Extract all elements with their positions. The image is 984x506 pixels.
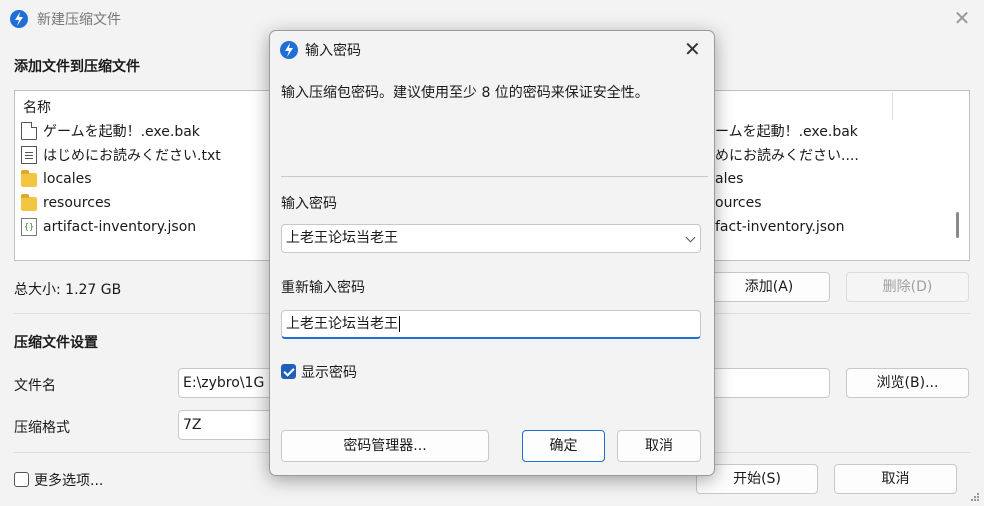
window-close-icon[interactable]: ✕ [953, 7, 971, 29]
format-label: 压缩格式 [14, 420, 70, 436]
file-row[interactable]: resources [21, 192, 111, 214]
filename-label: 文件名 [14, 378, 56, 394]
chevron-down-icon[interactable] [685, 232, 696, 243]
file-row-right[interactable]: ources [715, 192, 762, 214]
file-name-right: ームを起動！.exe.bak [715, 124, 858, 140]
show-password-checkbox[interactable] [281, 364, 296, 379]
dialog-title: 输入密码 [305, 43, 361, 59]
password-label: 输入密码 [281, 196, 337, 212]
file-row-right[interactable]: ームを起動！.exe.bak [715, 120, 858, 142]
window-title: 新建压缩文件 [37, 12, 121, 28]
text-caret [399, 316, 400, 332]
column-divider [892, 92, 893, 120]
add-button[interactable]: 添加(A) [708, 272, 830, 302]
dialog-close-icon[interactable]: ✕ [684, 38, 701, 60]
file-name: artifact-inventory.json [43, 219, 197, 235]
file-name: はじめにお読みください.txt [43, 148, 221, 164]
folder-icon [21, 194, 37, 211]
password-combobox[interactable]: 上老王论坛当老王 [281, 224, 701, 253]
password-value: 上老王论坛当老王 [286, 230, 398, 246]
text-file-icon [21, 146, 37, 164]
add-files-heading: 添加文件到压缩文件 [14, 59, 140, 75]
show-password-label[interactable]: 显示密码 [301, 362, 357, 382]
resize-grip-icon[interactable] [968, 490, 980, 502]
dialog-divider [281, 176, 708, 177]
password-dialog: 输入密码 ✕ 输入压缩包密码。建议使用至少 8 位的密码来保证安全性。 输入密码… [269, 30, 715, 476]
file-row-right[interactable]: めにお読みください.... [715, 144, 859, 166]
file-row[interactable]: locales [21, 168, 92, 190]
file-name: resources [43, 195, 111, 211]
reenter-password-label: 重新输入密码 [281, 280, 365, 296]
dialog-description: 输入压缩包密码。建议使用至少 8 位的密码来保证安全性。 [281, 85, 649, 101]
column-header-name[interactable]: 名称 [23, 97, 51, 117]
ok-button[interactable]: 确定 [522, 430, 605, 462]
file-icon [21, 122, 37, 140]
file-name: ゲームを起動！.exe.bak [43, 124, 200, 140]
reenter-password-value: 上老王论坛当老王 [286, 316, 398, 332]
browse-button[interactable]: 浏览(B)... [846, 368, 969, 398]
app-logo-icon [10, 10, 28, 28]
app-logo-icon [280, 41, 298, 59]
file-row-right[interactable]: ales [715, 168, 743, 190]
total-size: 总大小: 1.27 GB [14, 282, 122, 298]
archive-settings-heading: 压缩文件设置 [14, 335, 98, 351]
file-name: locales [43, 171, 92, 187]
file-row-right[interactable]: fact-inventory.json [715, 216, 844, 238]
file-name-right: ales [715, 171, 744, 187]
remove-button[interactable]: 删除(D) [846, 272, 969, 302]
file-row[interactable]: ゲームを起動！.exe.bak [21, 120, 200, 142]
more-options-label[interactable]: 更多选项... [34, 470, 103, 490]
file-row[interactable]: {} artifact-inventory.json [21, 216, 196, 238]
folder-icon [21, 170, 37, 187]
format-select[interactable]: 7Z [178, 410, 278, 440]
file-name-right: ources [715, 195, 762, 211]
dialog-cancel-button[interactable]: 取消 [617, 430, 701, 462]
more-options-checkbox[interactable] [14, 472, 29, 487]
reenter-password-input[interactable]: 上老王论坛当老王 [281, 310, 701, 339]
file-name-right: fact-inventory.json [715, 219, 845, 235]
file-row[interactable]: はじめにお読みください.txt [21, 144, 221, 166]
file-list-scrollbar[interactable] [956, 212, 959, 238]
file-name-right: めにお読みください.... [715, 148, 859, 164]
password-manager-button[interactable]: 密码管理器... [281, 430, 489, 462]
main-cancel-button[interactable]: 取消 [834, 464, 957, 494]
json-file-icon: {} [21, 218, 37, 236]
